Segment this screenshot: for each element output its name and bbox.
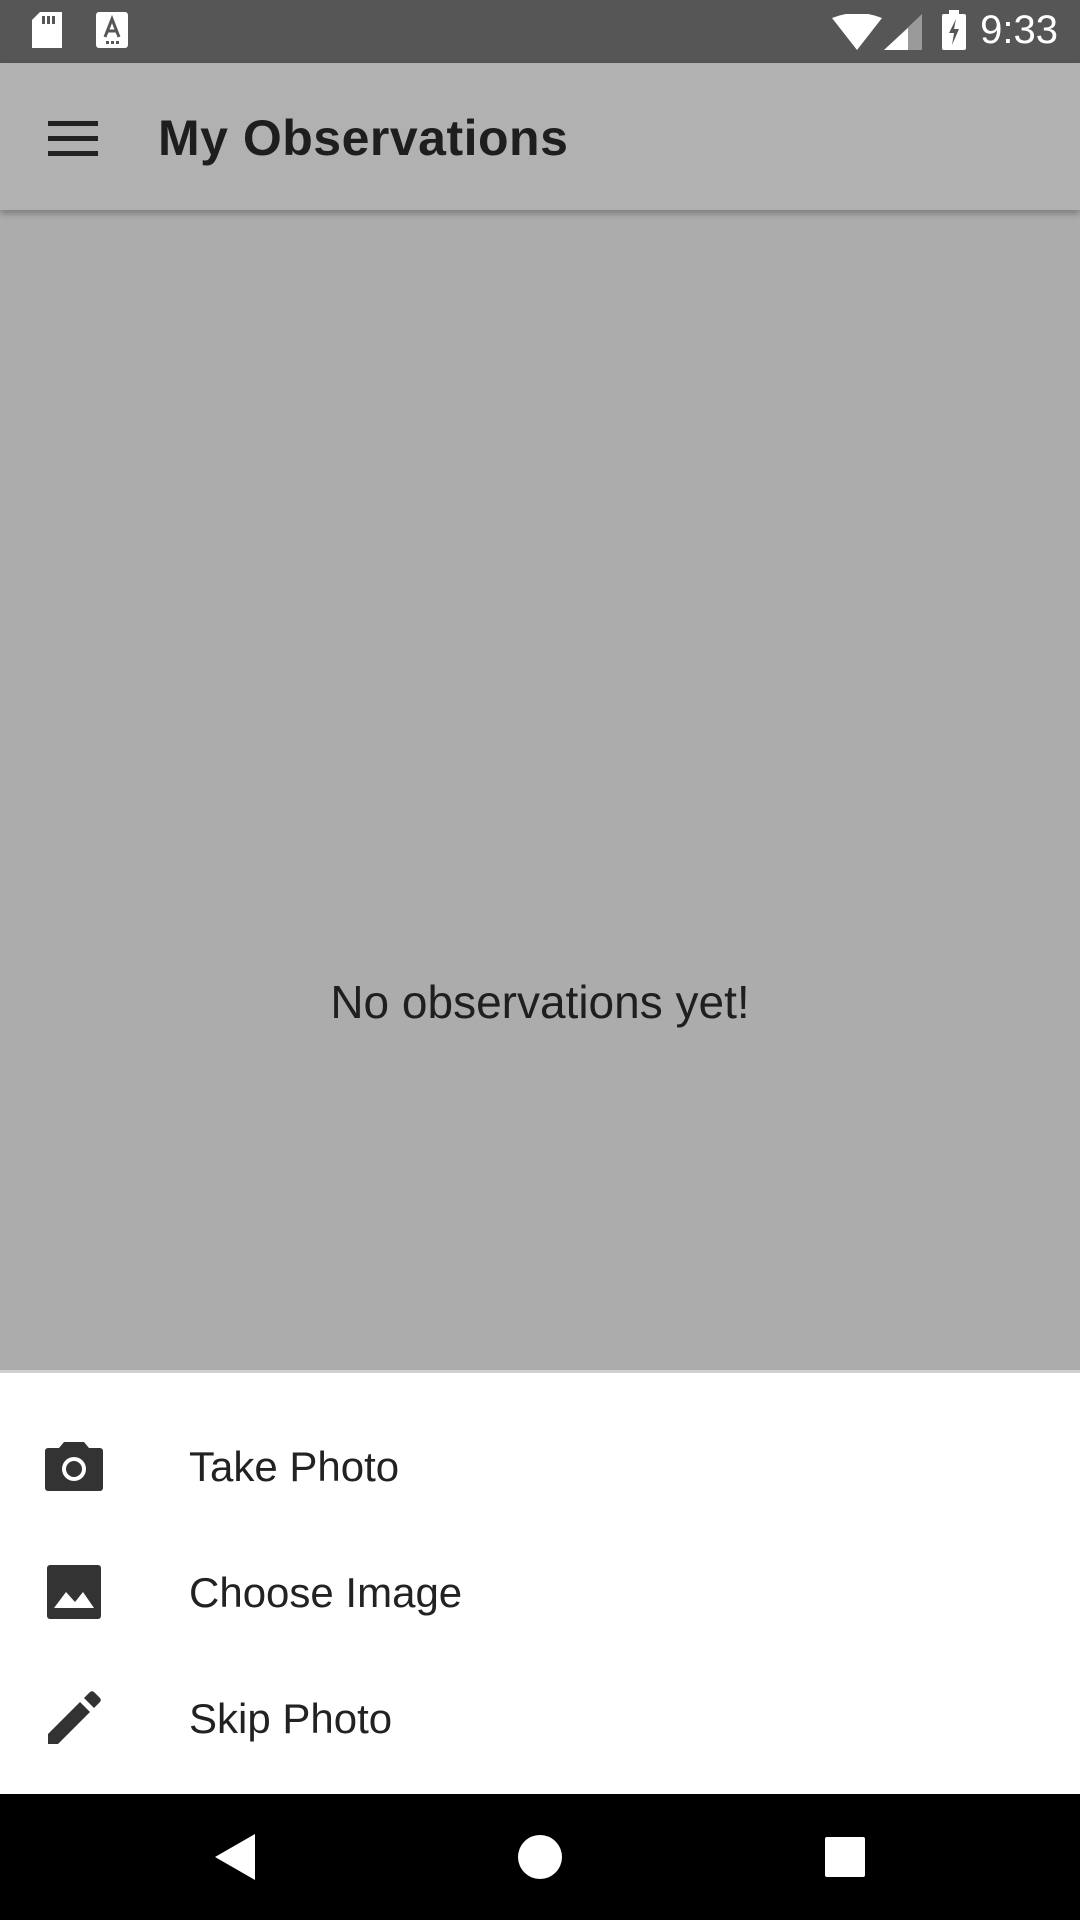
font-a-icon — [96, 12, 128, 53]
image-icon — [44, 1562, 104, 1622]
bottom-sheet: Take Photo Choose Image Skip Photo — [0, 1370, 1080, 1794]
hamburger-menu-icon — [48, 121, 98, 162]
observations-list-area[interactable]: No observations yet! — [0, 210, 1080, 1370]
sd-card-icon — [32, 12, 62, 53]
take-photo-option[interactable]: Take Photo — [0, 1403, 1080, 1529]
status-time: 9:33 — [980, 8, 1058, 52]
choose-image-label: Choose Image — [189, 1569, 463, 1616]
camera-icon — [44, 1436, 104, 1496]
back-icon[interactable] — [200, 1822, 270, 1892]
signal-icon — [884, 14, 922, 55]
take-photo-label: Take Photo — [189, 1443, 400, 1490]
home-icon[interactable] — [505, 1822, 575, 1892]
empty-state-message: No observations yet! — [330, 976, 750, 1028]
pencil-icon — [44, 1688, 104, 1748]
system-nav-bar — [0, 1794, 1080, 1920]
app-bar: My Observations — [0, 63, 1080, 210]
battery-charging-icon — [942, 10, 966, 55]
page-title: My Observations — [158, 110, 569, 166]
menu-button[interactable] — [28, 103, 118, 173]
choose-image-option[interactable]: Choose Image — [0, 1529, 1080, 1655]
skip-photo-option[interactable]: Skip Photo — [0, 1655, 1080, 1781]
wifi-icon — [832, 13, 882, 55]
status-bar: 9:33 — [0, 0, 1080, 63]
recents-icon[interactable] — [810, 1822, 880, 1892]
skip-photo-label: Skip Photo — [189, 1695, 393, 1742]
